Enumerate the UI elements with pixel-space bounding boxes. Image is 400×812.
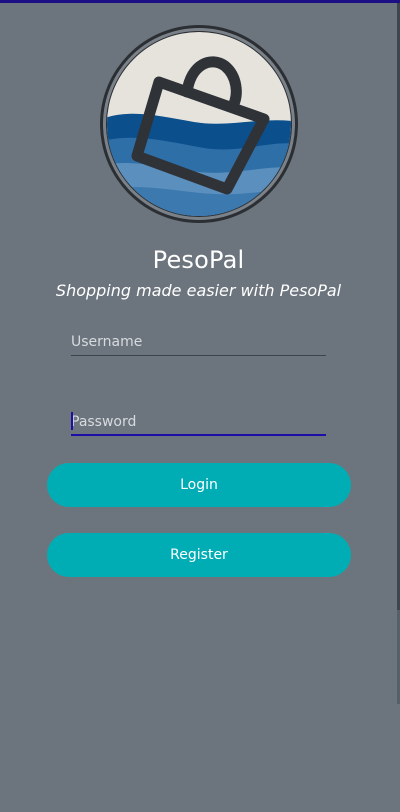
login-button[interactable]: Login: [47, 463, 351, 507]
top-status-bar: [0, 0, 400, 3]
app-subtitle: Shopping made easier with PesoPal: [55, 281, 342, 300]
app-title: PesoPal: [152, 246, 245, 274]
app-logo: [99, 24, 299, 224]
username-input[interactable]: [71, 330, 326, 354]
text-caret: [71, 412, 73, 430]
password-underline: [71, 434, 326, 436]
username-field[interactable]: [71, 330, 326, 356]
password-field[interactable]: [71, 410, 326, 436]
register-button[interactable]: Register: [47, 533, 351, 577]
password-input[interactable]: [71, 410, 326, 434]
username-underline: [71, 355, 326, 356]
